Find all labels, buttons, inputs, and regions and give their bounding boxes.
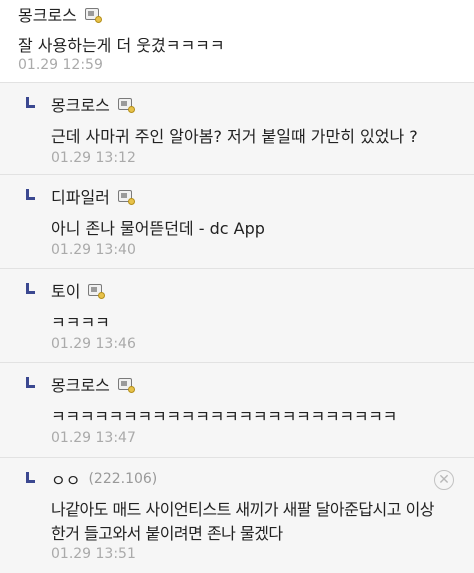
reply-timestamp: 01.29 13:12 bbox=[51, 150, 136, 166]
reply-timestamp: 01.29 13:47 bbox=[51, 430, 136, 446]
delete-x-icon[interactable]: ✕ bbox=[434, 470, 454, 490]
reply-item: 몽크로스 근데 사마귀 주인 알아봄? 저거 붙일때 가만히 있었나 ? 01.… bbox=[0, 82, 474, 174]
reply-arrow-icon bbox=[26, 472, 35, 483]
comment-author-row: 몽크로스 bbox=[18, 2, 102, 26]
reply-timestamp: 01.29 13:46 bbox=[51, 336, 136, 352]
comment-timestamp: 01.29 12:59 bbox=[18, 57, 103, 73]
reply-text: ㅋㅋㅋㅋ bbox=[51, 313, 110, 332]
comment-author-name[interactable]: 몽크로스 bbox=[18, 2, 77, 26]
gallog-badge-icon[interactable] bbox=[84, 8, 102, 23]
reply-author-name[interactable]: 몽크로스 bbox=[51, 372, 110, 396]
reply-author-row: ㅇㅇ (222.106) bbox=[51, 467, 157, 491]
gallog-badge-icon[interactable] bbox=[117, 98, 135, 113]
reply-arrow-icon bbox=[26, 283, 35, 294]
reply-arrow-icon bbox=[26, 97, 35, 108]
reply-author-name[interactable]: ㅇㅇ bbox=[51, 467, 80, 491]
reply-author-row: 몽크로스 bbox=[51, 92, 135, 116]
reply-text: 근데 사마귀 주인 알아봄? 저거 붙일때 가만히 있었나 ? bbox=[51, 127, 418, 146]
reply-text-line-2: 한거 들고와서 붙이려면 존나 물겠다 bbox=[51, 524, 283, 543]
reply-timestamp: 01.29 13:51 bbox=[51, 546, 136, 562]
reply-text-line-1: 나같아도 매드 사이언티스트 새끼가 새팔 달아준답시고 이상 bbox=[51, 500, 435, 519]
reply-text: 아니 존나 물어뜯던데 - dc App bbox=[51, 219, 265, 238]
reply-item: ㅇㅇ (222.106) ✕ 나같아도 매드 사이언티스트 새끼가 새팔 달아준… bbox=[0, 457, 474, 573]
comment-text: 잘 사용하는게 더 웃겼ㅋㅋㅋㅋ bbox=[18, 36, 225, 55]
reply-arrow-icon bbox=[26, 189, 35, 200]
comment-item: 몽크로스 잘 사용하는게 더 웃겼ㅋㅋㅋㅋ 01.29 12:59 bbox=[0, 0, 474, 82]
reply-item: 토이 ㅋㅋㅋㅋ 01.29 13:46 bbox=[0, 268, 474, 362]
reply-author-row: 토이 bbox=[51, 278, 106, 302]
reply-text: ㅋㅋㅋㅋㅋㅋㅋㅋㅋㅋㅋㅋㅋㅋㅋㅋㅋㅋㅋㅋㅋㅋㅋㅋ bbox=[51, 407, 398, 426]
gallog-badge-icon[interactable] bbox=[88, 284, 106, 299]
reply-item: 몽크로스 ㅋㅋㅋㅋㅋㅋㅋㅋㅋㅋㅋㅋㅋㅋㅋㅋㅋㅋㅋㅋㅋㅋㅋㅋ 01.29 13:4… bbox=[0, 362, 474, 457]
gallog-badge-icon[interactable] bbox=[117, 378, 135, 393]
reply-arrow-icon bbox=[26, 377, 35, 388]
reply-author-name[interactable]: 몽크로스 bbox=[51, 92, 110, 116]
reply-item: 디파일러 아니 존나 물어뜯던데 - dc App 01.29 13:40 bbox=[0, 174, 474, 268]
reply-author-name[interactable]: 토이 bbox=[51, 278, 80, 302]
reply-author-name[interactable]: 디파일러 bbox=[51, 184, 110, 208]
reply-author-ip: (222.106) bbox=[88, 471, 158, 487]
reply-author-row: 디파일러 bbox=[51, 184, 135, 208]
gallog-badge-icon[interactable] bbox=[117, 190, 135, 205]
reply-timestamp: 01.29 13:40 bbox=[51, 242, 136, 258]
reply-author-row: 몽크로스 bbox=[51, 372, 135, 396]
